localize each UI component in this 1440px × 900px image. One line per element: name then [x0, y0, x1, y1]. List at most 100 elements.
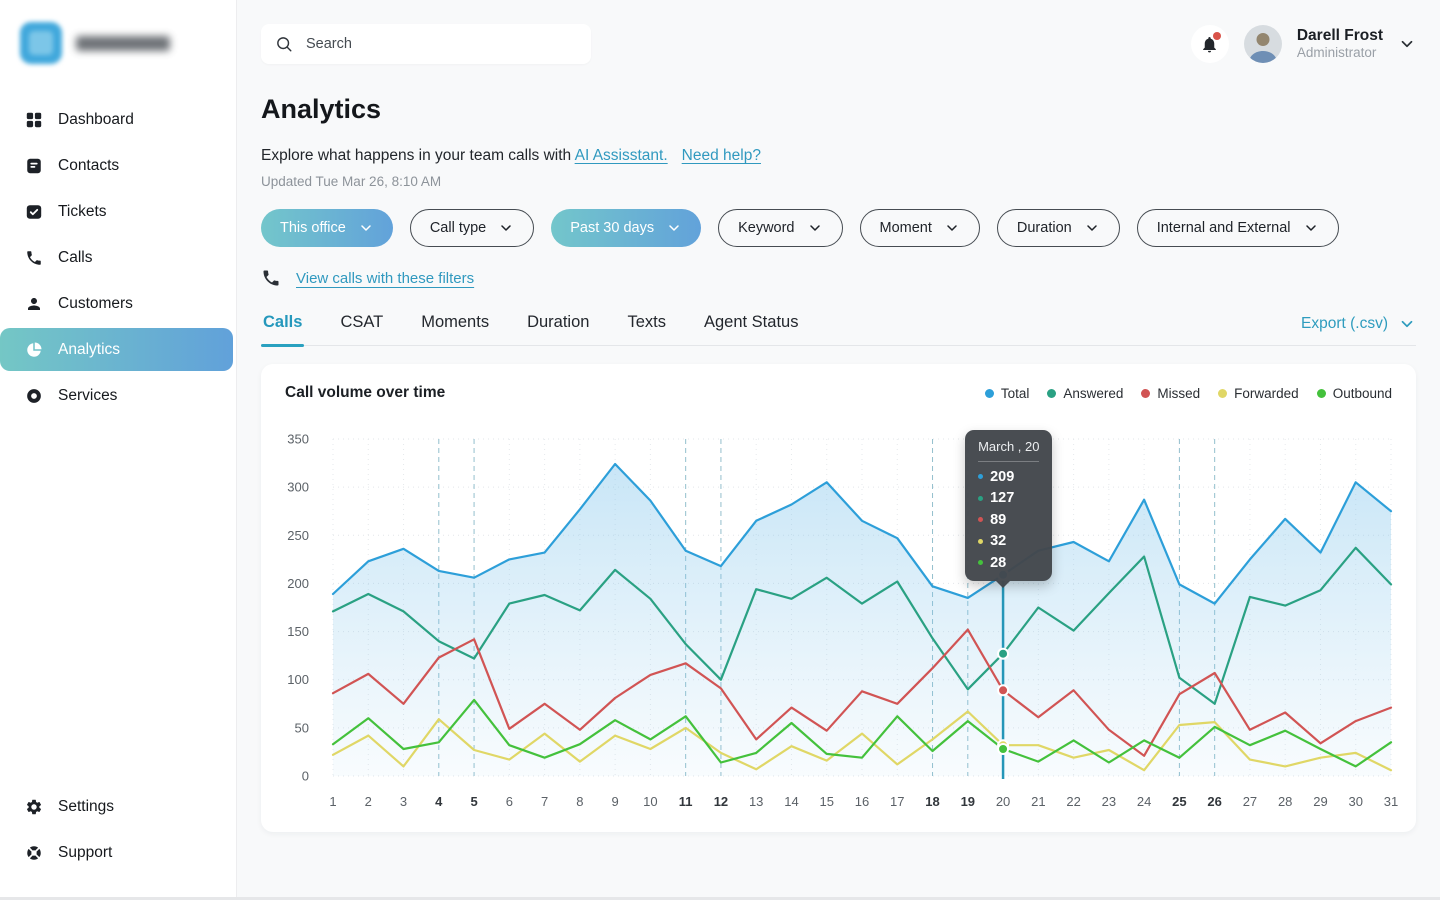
tabs: Calls CSAT Moments Duration Texts Agent … [261, 313, 800, 345]
sidebar-item-analytics[interactable]: Analytics [0, 328, 233, 371]
filter-label: Call type [430, 220, 486, 236]
filter-chip-internal-and-external[interactable]: Internal and External [1137, 209, 1339, 247]
user-menu-chevron-down-icon[interactable] [1398, 35, 1416, 53]
tooltip-series-dot-icon [978, 496, 983, 501]
app-window: Dashboard Contacts Tickets Calls Custome… [0, 0, 1440, 900]
chart-title: Call volume over time [285, 384, 445, 402]
tab-duration[interactable]: Duration [525, 313, 591, 345]
user-role: Administrator [1297, 45, 1383, 62]
svg-text:6: 6 [506, 794, 513, 809]
view-calls-link[interactable]: View calls with these filters [296, 270, 474, 287]
tab-label: CSAT [340, 313, 383, 331]
svg-text:2: 2 [365, 794, 372, 809]
svg-text:7: 7 [541, 794, 548, 809]
svg-text:14: 14 [784, 794, 798, 809]
svg-text:19: 19 [961, 794, 975, 809]
filter-chip-keyword[interactable]: Keyword [718, 209, 842, 247]
sidebar-item-customers[interactable]: Customers [0, 282, 236, 325]
tab-calls[interactable]: Calls [261, 313, 304, 345]
tooltip-pointer [996, 581, 1010, 595]
user-name: Darell Frost [1297, 26, 1383, 45]
chart-legend: Total Answered Missed Forwarded Outbound [985, 386, 1392, 401]
logo-icon-inner [29, 31, 53, 55]
sidebar-item-settings[interactable]: Settings [0, 785, 236, 828]
svg-text:350: 350 [287, 432, 309, 447]
legend-dot-icon [1141, 389, 1150, 398]
filter-chip-call-type[interactable]: Call type [410, 209, 534, 247]
notifications-button[interactable] [1191, 25, 1229, 63]
sidebar-item-label: Tickets [58, 203, 107, 221]
tooltip-series-dot-icon [978, 517, 983, 522]
tooltip-title: March , 20 [978, 439, 1039, 462]
svg-text:100: 100 [287, 672, 309, 687]
tab-texts[interactable]: Texts [625, 313, 668, 345]
legend-item-answered[interactable]: Answered [1047, 386, 1123, 401]
svg-text:10: 10 [643, 794, 657, 809]
sidebar-item-tickets[interactable]: Tickets [0, 190, 236, 233]
legend-item-missed[interactable]: Missed [1141, 386, 1200, 401]
tab-moments[interactable]: Moments [419, 313, 491, 345]
export-csv-button[interactable]: Export (.csv) [1301, 315, 1416, 345]
tooltip-row: 28 [978, 555, 1039, 571]
legend-dot-icon [1047, 389, 1056, 398]
sidebar-item-contacts[interactable]: Contacts [0, 144, 236, 187]
chevron-down-icon [1084, 220, 1100, 236]
legend-item-total[interactable]: Total [985, 386, 1030, 401]
avatar-image [1244, 25, 1282, 63]
ai-assistant-link[interactable]: AI Assisstant. [575, 147, 668, 164]
tooltip-series-dot-icon [978, 560, 983, 565]
search-input[interactable] [304, 35, 577, 53]
svg-text:29: 29 [1313, 794, 1327, 809]
svg-text:300: 300 [287, 480, 309, 495]
avatar[interactable] [1244, 25, 1282, 63]
app-wordmark-blurred [76, 36, 170, 51]
svg-text:11: 11 [679, 794, 693, 809]
sidebar-item-dashboard[interactable]: Dashboard [0, 98, 236, 141]
svg-text:27: 27 [1243, 794, 1257, 809]
sidebar-item-support[interactable]: Support [0, 831, 236, 874]
tab-agent-status[interactable]: Agent Status [702, 313, 800, 345]
filter-chip-past-30-days[interactable]: Past 30 days [551, 209, 701, 247]
legend-dot-icon [1218, 389, 1227, 398]
sidebar-item-services[interactable]: Services [0, 374, 236, 417]
search-bar[interactable] [261, 24, 591, 64]
svg-text:22: 22 [1066, 794, 1080, 809]
user-info: Darell Frost Administrator [1297, 26, 1383, 62]
filter-label: Keyword [738, 220, 794, 236]
filter-chip-duration[interactable]: Duration [997, 209, 1120, 247]
filter-label: Moment [880, 220, 932, 236]
svg-text:25: 25 [1172, 794, 1186, 809]
sidebar-nav: Dashboard Contacts Tickets Calls Custome… [0, 98, 236, 417]
topbar: Darell Frost Administrator [237, 0, 1440, 64]
sidebar-item-label: Support [58, 844, 112, 862]
chevron-down-icon [358, 220, 374, 236]
sidebar-item-calls[interactable]: Calls [0, 236, 236, 279]
settings-icon [25, 798, 43, 816]
tooltip-row: 127 [978, 490, 1039, 506]
chevron-down-icon [944, 220, 960, 236]
tab-label: Texts [627, 313, 666, 331]
filters-row: This office Call type Past 30 days Keywo… [261, 209, 1440, 247]
legend-item-forwarded[interactable]: Forwarded [1218, 386, 1299, 401]
tab-csat[interactable]: CSAT [338, 313, 385, 345]
legend-dot-icon [985, 389, 994, 398]
call-volume-chart[interactable]: 0501001502002503003501234567891011121314… [261, 364, 1417, 832]
svg-text:17: 17 [890, 794, 904, 809]
svg-text:5: 5 [470, 794, 477, 809]
tooltip-series-dot-icon [978, 474, 983, 479]
tooltip-series-dot-icon [978, 539, 983, 544]
filter-chip-moment[interactable]: Moment [860, 209, 980, 247]
need-help-link[interactable]: Need help? [682, 147, 761, 165]
svg-text:28: 28 [1278, 794, 1292, 809]
chart-card: Call volume over time Total Answered Mis… [261, 364, 1416, 832]
sidebar-item-label: Dashboard [58, 111, 134, 129]
filter-label: Internal and External [1157, 220, 1291, 236]
app-logo[interactable] [0, 18, 236, 68]
services-icon [25, 387, 43, 405]
tooltip-row: 209 [978, 469, 1039, 485]
svg-text:24: 24 [1137, 794, 1151, 809]
legend-item-outbound[interactable]: Outbound [1317, 386, 1392, 401]
filter-chip-this-office[interactable]: This office [261, 209, 393, 247]
svg-text:31: 31 [1384, 794, 1398, 809]
chevron-down-icon [498, 220, 514, 236]
